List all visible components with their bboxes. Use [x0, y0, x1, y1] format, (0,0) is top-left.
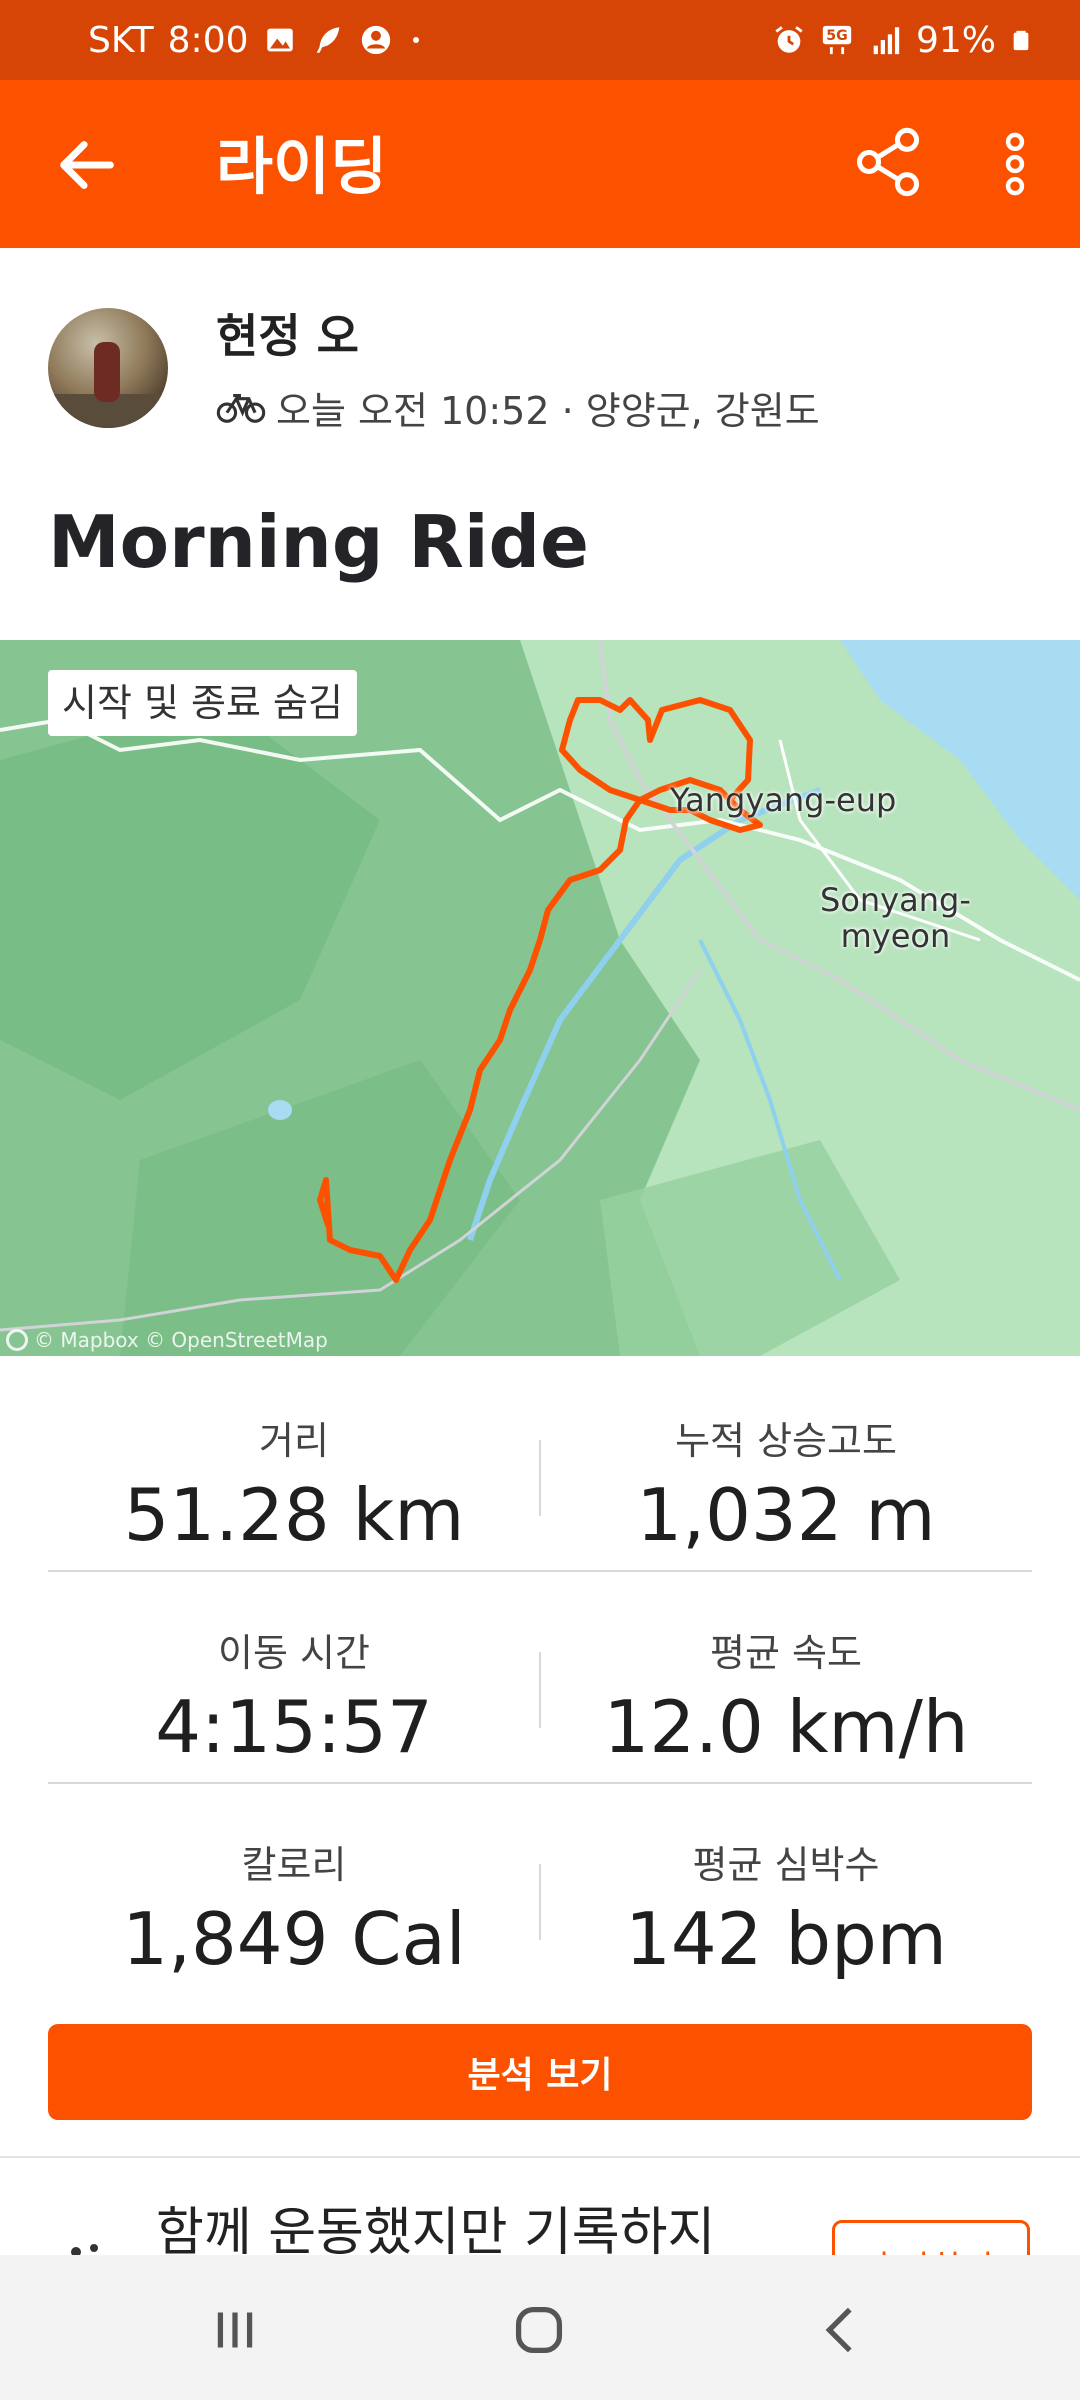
status-right: 5G 91% [772, 0, 1032, 80]
app-bar: 라이딩 [0, 80, 1080, 248]
battery-level: 91% [915, 19, 996, 61]
5g-icon: 5G [822, 25, 852, 55]
map-attribution[interactable]: © Mapbox © OpenStreetMap [6, 1328, 328, 1352]
map-attribution-text: © Mapbox © OpenStreetMap [34, 1328, 328, 1352]
home-icon[interactable] [504, 2295, 574, 2365]
stats-row: 칼로리 1,849 Cal 평균 심박수 142 bpm [48, 1784, 1032, 1994]
route-map[interactable]: 시작 및 종료 숨김 Yangyang-eup Sonyang- myeon ©… [0, 640, 1080, 1356]
dot-icon [412, 37, 419, 43]
group-activity-prompt: 함께 운동했지만 기록하지 [156, 2203, 716, 2263]
share-icon[interactable] [850, 124, 926, 200]
stat-elevation-gain: 누적 상승고도 1,032 m [540, 1360, 1032, 1557]
stat-moving-time: 이동 시간 4:15:57 [48, 1572, 540, 1769]
system-nav-bar [0, 2255, 1080, 2400]
carrier-label: SKT [88, 19, 154, 61]
stat-label: 이동 시간 [218, 1631, 370, 1675]
alarm-icon [775, 26, 803, 53]
stat-distance: 거리 51.28 km [48, 1360, 540, 1557]
stats-row: 거리 51.28 km 누적 상승고도 1,032 m [48, 1360, 1032, 1572]
hide-start-end-toggle[interactable]: 시작 및 종료 숨김 [48, 670, 357, 736]
stats-grid: 거리 51.28 km 누적 상승고도 1,032 m 이동 시간 4:15:5… [48, 1360, 1032, 1994]
stat-label: 평균 속도 [710, 1631, 862, 1675]
stat-label: 칼로리 [241, 1843, 347, 1887]
place-label-yangyang: Yangyang-eup [670, 781, 897, 819]
activity-meta-text: 오늘 오전 10:52 · 양양군, 강원도 [276, 389, 820, 433]
avatar-figure [94, 342, 120, 402]
gallery-icon [266, 28, 293, 52]
more-vertical-icon[interactable] [990, 126, 1040, 202]
avatar[interactable] [48, 308, 168, 428]
activity-title: Morning Ride [48, 500, 589, 584]
svg-text:5G: 5G [826, 28, 847, 44]
stat-value: 1,032 m [636, 1473, 936, 1557]
signal-icon [873, 27, 900, 55]
stat-value: 142 bpm [625, 1897, 947, 1981]
back-nav-icon[interactable] [806, 2295, 876, 2365]
section-divider [0, 2156, 1080, 2158]
stat-value: 4:15:57 [155, 1685, 433, 1769]
feather-icon [316, 27, 339, 53]
stat-label: 거리 [259, 1419, 329, 1463]
activity-meta: 오늘 오전 10:52 · 양양군, 강원도 [216, 380, 820, 435]
status-left: SKT 8:00 [88, 0, 425, 80]
stat-avg-heart-rate: 평균 심박수 142 bpm [540, 1784, 1032, 1981]
stat-avg-speed: 평균 속도 12.0 km/h [540, 1572, 1032, 1769]
mapbox-logo-icon [6, 1329, 28, 1351]
place-label-sonyang: Sonyang- myeon [820, 881, 971, 955]
stat-value: 12.0 km/h [603, 1685, 969, 1769]
stats-row: 이동 시간 4:15:57 평균 속도 12.0 km/h [48, 1572, 1032, 1784]
arrow-left-icon[interactable] [52, 130, 122, 200]
account-icon [361, 25, 390, 55]
map-canvas [0, 640, 1080, 1356]
clock: 8:00 [167, 19, 249, 61]
recent-apps-icon[interactable] [200, 2295, 270, 2365]
stat-label: 누적 상승고도 [675, 1419, 897, 1463]
stat-value: 1,849 Cal [122, 1897, 466, 1981]
lake [268, 1100, 292, 1120]
stat-value: 51.28 km [123, 1473, 465, 1557]
stat-label: 평균 심박수 [692, 1843, 880, 1887]
battery-icon [1013, 30, 1029, 51]
bike-icon [216, 393, 266, 423]
page-title: 라이딩 [216, 130, 388, 203]
view-analysis-button[interactable]: 분석 보기 [48, 2024, 1032, 2120]
status-bar: SKT 8:00 5G 91% [0, 0, 1080, 80]
athlete-name[interactable]: 현정 오 [216, 300, 359, 366]
stat-calories: 칼로리 1,849 Cal [48, 1784, 540, 1981]
